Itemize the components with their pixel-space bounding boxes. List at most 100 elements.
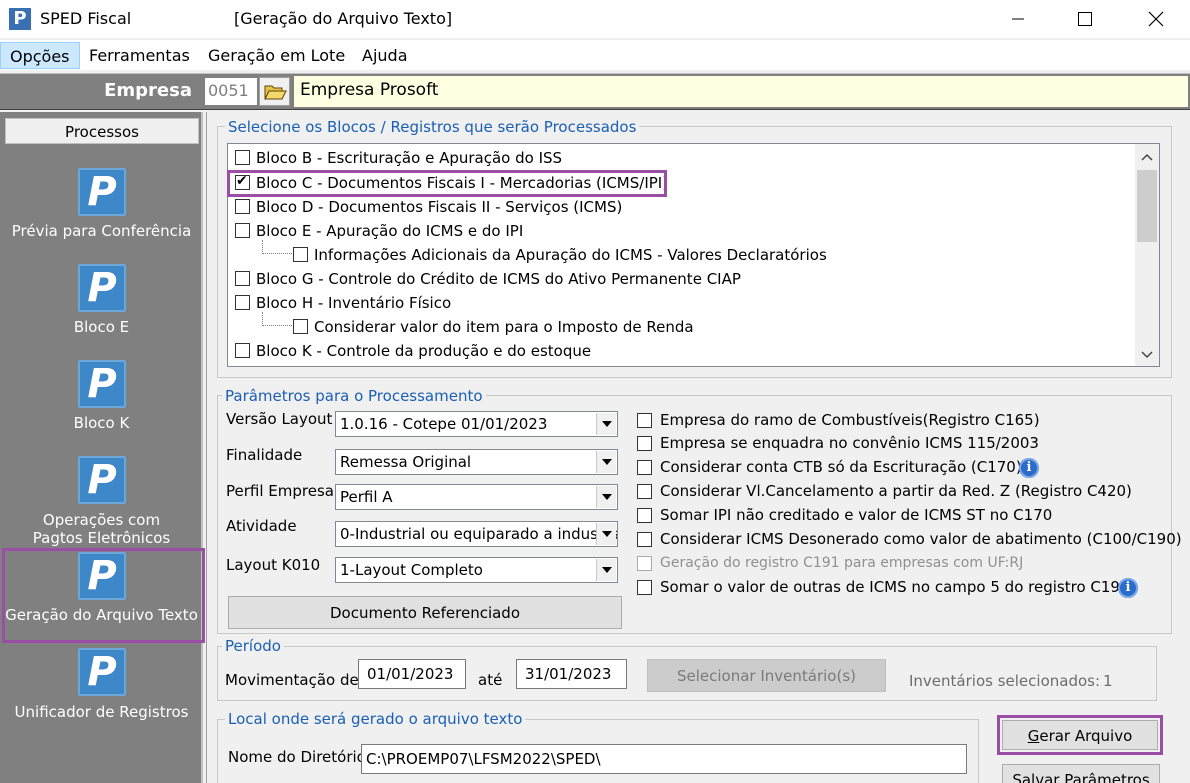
maximize-button[interactable] [1062,0,1108,38]
nome-diretorio-label: Nome do Diretório [228,748,366,766]
perfil-empresa-select[interactable]: Perfil A [335,484,618,510]
bloco-c-highlight [227,170,667,197]
bloco-g-checkbox[interactable] [235,271,250,286]
tree-connector [262,240,292,254]
proc-operacoes-label-line1[interactable]: Operações com [0,512,203,528]
blocks-scroll-thumb[interactable] [1137,170,1157,242]
salvar-parametros-button[interactable]: Salvar Parâmetros [1002,764,1160,783]
open-empresa-button[interactable] [259,77,290,106]
perfil-empresa-label: Perfil Empresa [226,482,334,500]
processos-header[interactable]: Processos [5,118,199,144]
minimize-button[interactable] [995,0,1041,38]
opt-combustiveis-label[interactable]: Empresa do ramo de Combustíveis(Registro… [660,411,1040,429]
menu-ajuda[interactable]: Ajuda [362,46,408,65]
data-inicio-field[interactable]: 01/01/2023 [358,659,466,689]
bloco-h-label[interactable]: Bloco H - Inventário Físico [256,294,451,312]
ate-label: até [478,671,503,689]
atividade-label: Atividade [226,517,297,535]
bloco-b-checkbox[interactable] [235,150,250,165]
close-button[interactable] [1133,0,1179,38]
perfil-empresa-value: Perfil A [340,488,393,506]
chevron-down-icon [601,567,612,573]
movimentacao-label: Movimentação de [225,671,359,689]
k010-dropdown-arrow[interactable] [596,559,616,581]
menu-geracao-em-lote[interactable]: Geração em Lote [208,46,345,65]
versao-layout-select[interactable]: 1.0.16 - Cotepe 01/01/2023 [335,411,618,437]
finalidade-value: Remessa Original [340,453,472,471]
tree-connector [262,312,292,326]
proc-unificador-label[interactable]: Unificador de Registros [0,704,203,720]
bloco-g-label[interactable]: Bloco G - Controle do Crédito de ICMS do… [256,270,741,288]
opt-somar-ipi-checkbox[interactable] [637,508,652,523]
opt-conta-ctb-label[interactable]: Considerar conta CTB só da Escrituração … [660,458,1022,476]
menu-ferramentas[interactable]: Ferramentas [89,46,190,65]
bloco-k-icon[interactable]: P [78,360,126,408]
proc-bloco-e-label[interactable]: Bloco E [0,319,203,335]
perfil-dropdown-arrow[interactable] [596,486,616,508]
bloco-k-checkbox[interactable] [235,343,250,358]
info-icon[interactable]: i [1118,578,1138,598]
opt-cancelamento-label[interactable]: Considerar Vl.Cancelamento a partir da R… [660,482,1132,500]
bloco-e-icon[interactable]: P [78,264,126,312]
previa-icon[interactable]: P [78,168,126,216]
opt-convenio-checkbox[interactable] [637,436,652,451]
chevron-down-icon [601,494,612,500]
bloco-d-label[interactable]: Bloco D - Documentos Fiscais II - Serviç… [256,198,622,216]
proc-bloco-k-label[interactable]: Bloco K [0,415,203,431]
info-adicionais-label[interactable]: Informações Adicionais da Apuração do IC… [314,246,827,264]
window-title: [Geração do Arquivo Texto] [234,9,453,28]
folder-open-icon [263,85,287,99]
periodo-group-title: Período [222,637,284,655]
empresa-label: Empresa [104,80,192,101]
documento-referenciado-button[interactable]: Documento Referenciado [228,596,622,629]
scroll-up-icon[interactable] [1141,152,1153,162]
operacoes-icon[interactable]: P [78,456,126,504]
app-logo-icon: P [9,8,31,30]
scroll-down-icon[interactable] [1141,350,1153,360]
empresa-code-field[interactable]: 0051 [204,77,258,106]
info-icon[interactable]: i [1019,458,1039,478]
atividade-value: 0-Industrial ou equiparado a industrial [340,525,618,543]
atividade-dropdown-arrow[interactable] [596,523,616,545]
app-title: SPED Fiscal [40,9,132,28]
opt-combustiveis-checkbox[interactable] [637,413,652,428]
maximize-icon [1078,12,1092,26]
opt-icms-desonerado-checkbox[interactable] [637,532,652,547]
opt-outras-icms-label[interactable]: Somar o valor de outras de ICMS no campo… [660,578,1130,596]
minimize-icon [1012,18,1024,20]
finalidade-select[interactable]: Remessa Original [335,449,618,475]
valor-item-ir-label[interactable]: Considerar valor do item para o Imposto … [314,318,694,336]
bloco-d-checkbox[interactable] [235,199,250,214]
opt-c191-label: Geração do registro C191 para empresas c… [660,555,1024,571]
layout-k010-value: 1-Layout Completo [340,561,483,579]
opt-cancelamento-checkbox[interactable] [637,484,652,499]
chevron-down-icon [601,531,612,537]
unificador-icon[interactable]: P [78,648,126,696]
bloco-e-label[interactable]: Bloco E - Apuração do ICMS e do IPI [256,222,523,240]
info-adicionais-checkbox[interactable] [293,247,308,262]
bloco-k-label[interactable]: Bloco K - Controle da produção e do esto… [256,342,591,360]
empresa-name-field: Empresa Prosoft [293,75,1189,108]
selecionar-inventario-button: Selecionar Inventário(s) [647,659,886,692]
versao-layout-value: 1.0.16 - Cotepe 01/01/2023 [340,415,548,433]
bloco-h-checkbox[interactable] [235,295,250,310]
versao-dropdown-arrow[interactable] [596,413,616,435]
proc-previa-label[interactable]: Prévia para Conferência [0,223,203,239]
bloco-e-checkbox[interactable] [235,223,250,238]
opt-conta-ctb-checkbox[interactable] [637,460,652,475]
nome-diretorio-field[interactable]: C:\PROEMP07\LFSM2022\SPED\ [361,744,967,774]
opt-outras-icms-checkbox[interactable] [637,580,652,595]
menu-opcoes[interactable]: Opções [0,42,80,69]
data-fim-field[interactable]: 31/01/2023 [516,659,627,689]
bloco-b-label[interactable]: Bloco B - Escrituração e Apuração do ISS [256,149,562,167]
valor-item-ir-checkbox[interactable] [293,319,308,334]
opt-c191-checkbox [637,556,652,571]
opt-icms-desonerado-label[interactable]: Considerar ICMS Desonerado como valor de… [660,530,1182,548]
opt-convenio-label[interactable]: Empresa se enquadra no convênio ICMS 115… [660,434,1039,452]
layout-k010-select[interactable]: 1-Layout Completo [335,557,618,583]
atividade-select[interactable]: 0-Industrial ou equiparado a industrial [335,521,618,547]
layout-k010-label: Layout K010 [226,556,321,574]
proc-operacoes-label-line2[interactable]: Pagtos Eletrônicos [0,530,203,546]
finalidade-dropdown-arrow[interactable] [596,451,616,473]
opt-somar-ipi-label[interactable]: Somar IPI não creditado e valor de ICMS … [660,506,1052,524]
